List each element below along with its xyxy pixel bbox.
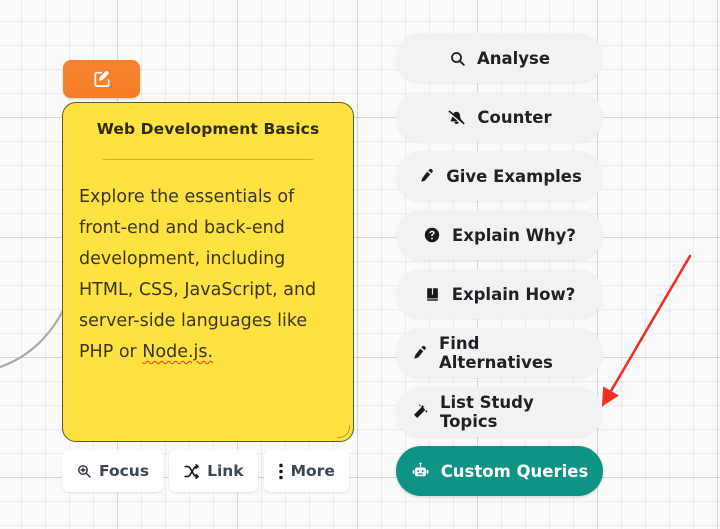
action-label: Counter	[477, 107, 552, 127]
action-label: Give Examples	[446, 166, 582, 186]
note-toolbar: Focus Link More	[62, 450, 349, 492]
note-body[interactable]: Explore the essentials of front-end and …	[79, 182, 329, 368]
focus-label: Focus	[99, 462, 150, 480]
canvas-board[interactable]: Web Development Basics Explore the essen…	[0, 0, 720, 529]
more-label: More	[290, 462, 335, 480]
link-label: Link	[207, 462, 244, 480]
note-body-line: server-side languages like	[79, 311, 308, 331]
action-label: Find Alternatives	[439, 334, 553, 372]
link-button[interactable]: Link	[169, 450, 258, 492]
action-explain-why[interactable]: Explain Why?	[396, 210, 603, 260]
note-body-line: development, including	[79, 249, 286, 269]
misspelled-word: Node.js.	[142, 342, 214, 362]
pen-icon	[417, 167, 435, 185]
bell-slash-icon	[447, 108, 466, 127]
note-body-line: Explore the essentials of	[79, 187, 295, 207]
book-icon	[424, 286, 441, 303]
action-label: Analyse	[476, 48, 551, 68]
note-body-line: HTML, CSS, JavaScript, and	[79, 280, 317, 300]
action-counter[interactable]: Counter	[396, 92, 603, 142]
magic-wand-icon	[410, 403, 429, 422]
sticky-note-card[interactable]: Web Development Basics Explore the essen…	[62, 102, 354, 442]
action-list-study-topics[interactable]: List Study Topics	[396, 387, 603, 437]
action-analyse[interactable]: Analyse	[396, 33, 603, 83]
action-label: Custom Queries	[440, 461, 589, 481]
edit-note-button[interactable]	[63, 60, 140, 98]
action-menu: Analyse Counter Give Examples Explain Wh…	[396, 33, 603, 496]
red-arrow-annotation	[601, 254, 692, 407]
pen-icon	[410, 344, 428, 362]
note-body-line: PHP or	[79, 342, 143, 362]
search-icon	[449, 50, 466, 67]
action-give-examples[interactable]: Give Examples	[396, 151, 603, 201]
note-divider	[103, 159, 313, 160]
robot-icon	[411, 462, 430, 481]
more-button[interactable]: More	[263, 450, 349, 492]
action-explain-how[interactable]: Explain How?	[396, 269, 603, 319]
action-label: List Study Topics	[440, 393, 534, 431]
action-label: Explain Why?	[452, 225, 576, 245]
note-title: Web Development Basics	[96, 120, 320, 138]
magnify-plus-icon	[76, 463, 92, 479]
action-find-alternatives[interactable]: Find Alternatives	[396, 328, 603, 378]
focus-button[interactable]: Focus	[62, 450, 164, 492]
action-label: Explain How?	[451, 284, 576, 304]
question-circle-icon	[423, 226, 441, 244]
edit-square-icon	[92, 69, 112, 89]
shuffle-icon	[183, 463, 200, 480]
resize-handle[interactable]	[337, 425, 350, 438]
action-custom-queries[interactable]: Custom Queries	[396, 446, 603, 496]
dots-vertical-icon	[278, 463, 284, 480]
note-body-line: front-end and back-end	[79, 218, 285, 238]
